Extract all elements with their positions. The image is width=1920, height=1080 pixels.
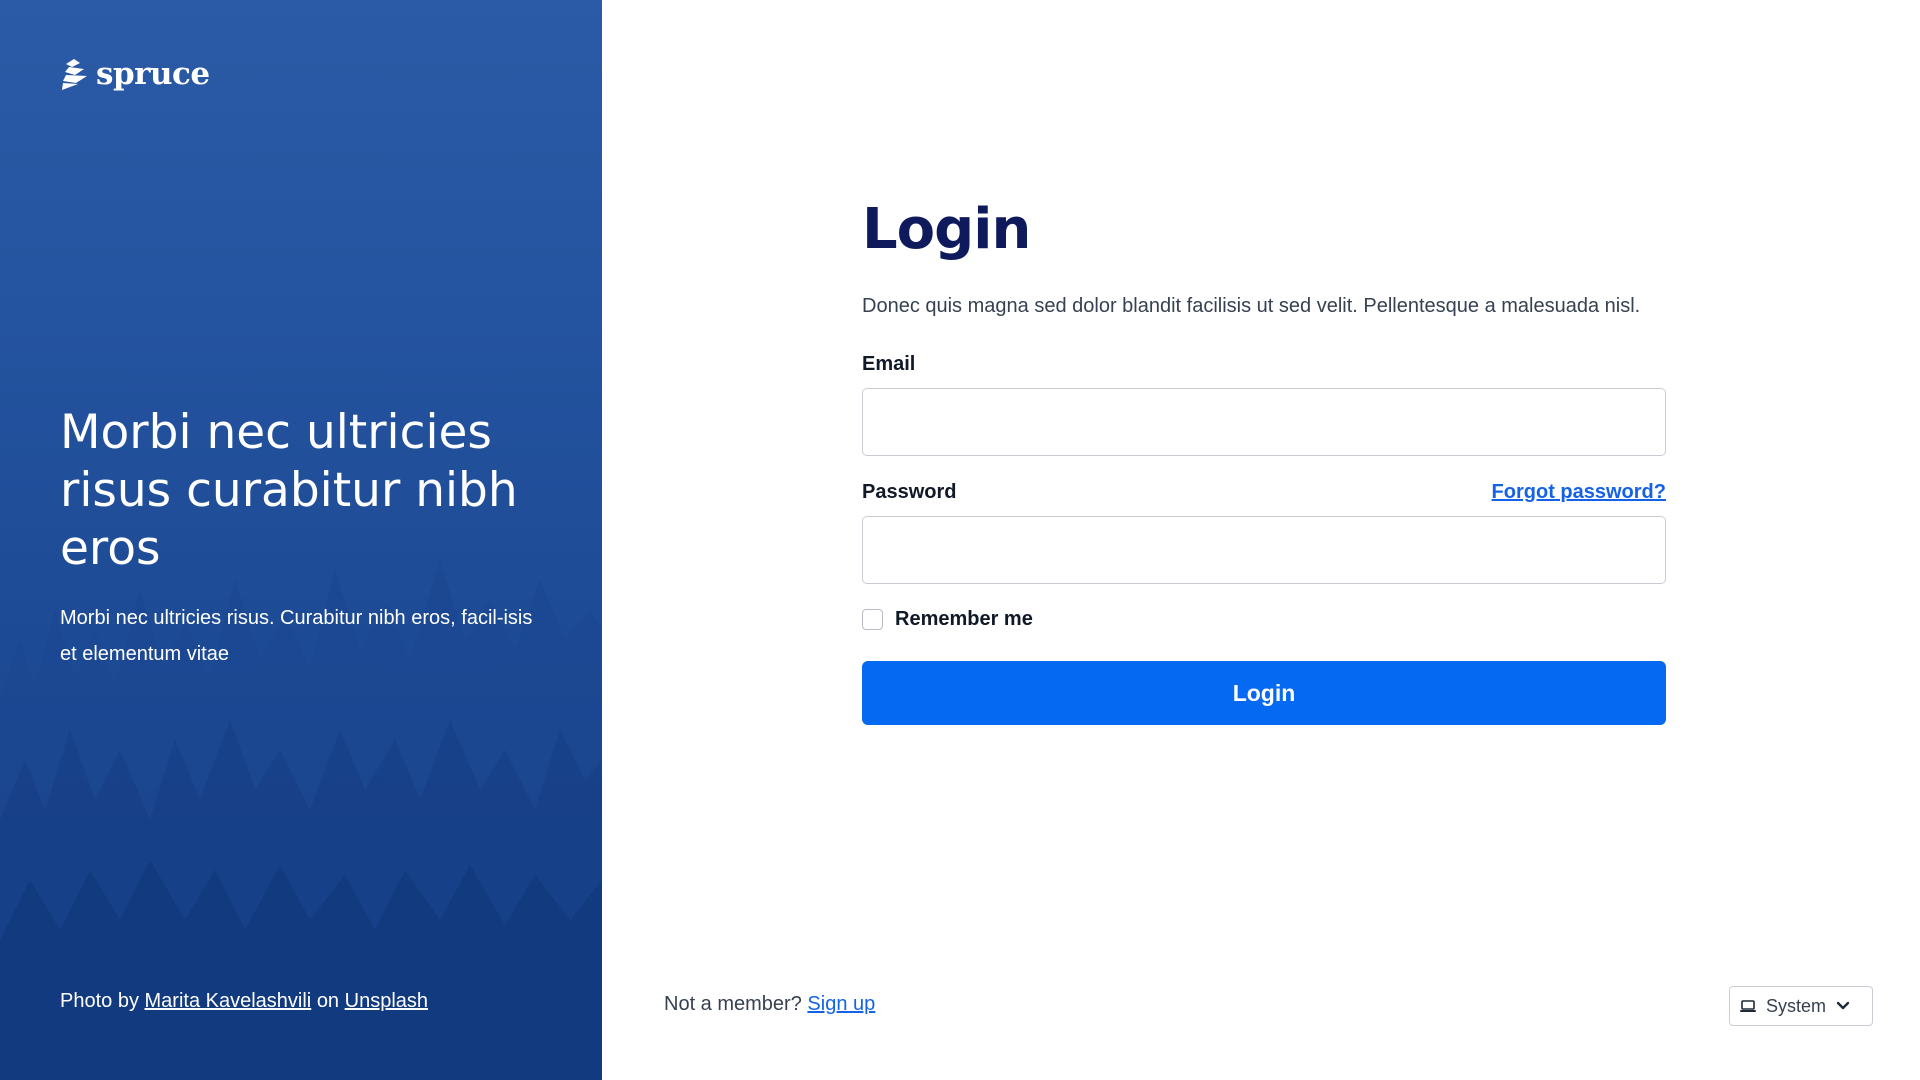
brand-logo[interactable]: spruce	[60, 56, 210, 92]
signup-link[interactable]: Sign up	[807, 993, 875, 1015]
credit-site-link[interactable]: Unsplash	[345, 990, 428, 1012]
email-label: Email	[862, 353, 916, 375]
email-field[interactable]	[862, 388, 1666, 456]
remember-me-row: Remember me	[862, 608, 1666, 631]
hero-subtext: Morbi nec ultricies risus. Curabitur nib…	[60, 607, 533, 665]
credit-prefix: Photo by	[60, 990, 139, 1012]
photo-credit: Photo by Marita Kavelashvili on Unsplash	[60, 990, 428, 1013]
password-field[interactable]	[862, 516, 1666, 584]
page-title: Login	[862, 197, 1031, 262]
hero-heading: Morbi nec ultricies risus curabitur nibh…	[60, 405, 518, 576]
credit-on: on	[316, 990, 340, 1012]
credit-author-link[interactable]: Marita Kavelashvili	[145, 990, 312, 1012]
login-form-pane: Login Donec quis magna sed dolor blandit…	[602, 0, 1920, 1080]
login-page: spruce Morbi nec ultricies risus curabit…	[0, 0, 1920, 1080]
hero-panel: spruce Morbi nec ultricies risus curabit…	[0, 0, 602, 1080]
login-button[interactable]: Login	[862, 661, 1666, 725]
login-form: Login Donec quis magna sed dolor blandit…	[862, 190, 1666, 725]
signup-prompt: Not a member?	[664, 993, 802, 1015]
theme-select-value: System	[1766, 995, 1827, 1016]
spruce-logo-icon	[62, 59, 87, 90]
remember-me-label[interactable]: Remember me	[895, 608, 1033, 631]
password-label: Password	[862, 481, 957, 503]
laptop-icon	[1740, 999, 1756, 1012]
password-label-row: Password Forgot password?	[862, 478, 1666, 506]
theme-select[interactable]: System	[1729, 986, 1873, 1026]
brand-name: spruce	[96, 56, 210, 92]
remember-me-checkbox[interactable]	[862, 609, 883, 630]
intro-text: Donec quis magna sed dolor blandit facil…	[862, 295, 1641, 317]
chevron-down-icon	[1836, 1001, 1850, 1010]
signup-prompt-row: Not a member? Sign up	[664, 993, 875, 1016]
forgot-password-link[interactable]: Forgot password?	[1492, 481, 1666, 504]
